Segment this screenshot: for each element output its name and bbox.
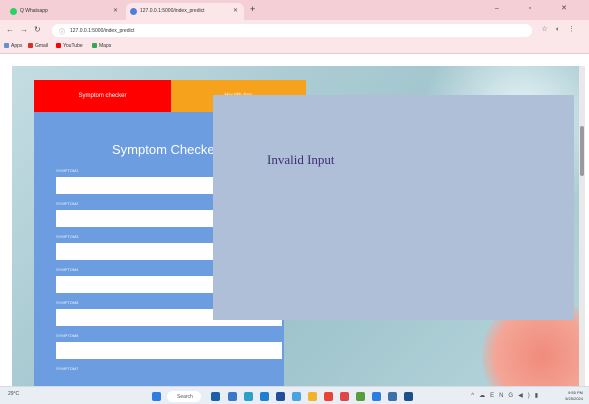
browser-tab-label: 127.0.0.1:5000/index_predict xyxy=(140,8,205,14)
window-controls[interactable]: – ▫ ✕ xyxy=(495,4,581,12)
page-viewport: Symptom checker Health tips Symptom Chec… xyxy=(12,66,585,386)
tab-symptom-checker[interactable]: Symptom checker xyxy=(34,80,171,112)
system-tray[interactable]: ^☁ENG◀)▮ xyxy=(471,392,543,399)
bookmark-label: Gmail xyxy=(35,43,49,49)
field-label-symptom2: SYMPTOM2 xyxy=(56,201,79,206)
close-tab-icon[interactable]: ✕ xyxy=(233,7,238,14)
task-view-icon[interactable] xyxy=(211,392,220,401)
browser-tab-strip: Q Whatsapp ✕ 127.0.0.1:5000/index_predic… xyxy=(0,0,589,20)
page-scrollbar[interactable] xyxy=(579,66,585,386)
taskbar-search-label: Search xyxy=(177,394,193,400)
maps-icon xyxy=(92,43,97,49)
taskbar-search[interactable]: Search xyxy=(167,391,201,402)
clock-date: 5/25/2024 xyxy=(565,396,583,401)
vscode-icon[interactable] xyxy=(372,392,381,401)
edge-icon[interactable] xyxy=(244,392,253,401)
browser-tab-predict[interactable]: 127.0.0.1:5000/index_predict ✕ xyxy=(126,3,244,20)
globe-icon xyxy=(130,8,137,15)
whatsapp-icon xyxy=(10,8,17,15)
field-label-symptom3: SYMPTOM3 xyxy=(56,234,79,239)
chrome-icon[interactable] xyxy=(324,392,333,401)
bookmark-apps[interactable]: Apps xyxy=(4,43,22,49)
apps-icon xyxy=(4,43,9,49)
field-label-symptom4: SYMPTOM4 xyxy=(56,267,79,272)
file-explorer-icon[interactable] xyxy=(228,392,237,401)
bookmark-youtube[interactable]: YouTube xyxy=(56,43,83,49)
folder-icon[interactable] xyxy=(308,392,317,401)
app-icon[interactable] xyxy=(356,392,365,401)
field-label-symptom1: SYMPTOM1 xyxy=(56,168,79,173)
bookmark-label: Maps xyxy=(99,43,112,49)
reload-icon[interactable]: ↻ xyxy=(34,25,41,34)
bookmarks-bar: Apps Gmail YouTube Maps xyxy=(0,40,589,54)
bookmark-label: YouTube xyxy=(63,43,83,49)
symptom6-input[interactable] xyxy=(56,342,282,359)
youtube-icon xyxy=(56,43,61,49)
settings-icon[interactable] xyxy=(292,392,301,401)
toolbar-icons[interactable]: ☆◐⋮ xyxy=(541,25,583,33)
error-message: Invalid Input xyxy=(267,152,335,167)
close-tab-icon[interactable]: ✕ xyxy=(113,7,118,14)
mail-icon[interactable] xyxy=(260,392,269,401)
browser-tab-whatsapp[interactable]: Q Whatsapp ✕ xyxy=(6,3,124,20)
address-bar-value: 127.0.0.1:5000/index_predict xyxy=(70,28,135,34)
browser-tab-label: Q Whatsapp xyxy=(20,8,48,14)
weather-widget[interactable]: 29°C xyxy=(8,391,19,397)
app-icon[interactable] xyxy=(388,392,397,401)
back-icon[interactable]: ← xyxy=(6,25,14,34)
bookmark-maps[interactable]: Maps xyxy=(92,43,111,49)
new-tab-button[interactable]: + xyxy=(250,4,255,14)
app-icon[interactable] xyxy=(340,392,349,401)
app-icon[interactable] xyxy=(404,392,413,401)
info-icon[interactable]: ⓘ xyxy=(59,27,65,36)
clock[interactable]: 9:55 PM 5/25/2024 xyxy=(565,390,583,402)
bookmark-gmail[interactable]: Gmail xyxy=(28,43,48,49)
error-modal: Invalid Input xyxy=(213,95,574,320)
field-label-symptom5: SYMPTOM5 xyxy=(56,300,79,305)
bookmark-label: Apps xyxy=(11,43,23,49)
scrollbar-thumb[interactable] xyxy=(580,126,584,176)
taskbar: 29°C Search ^☁ENG◀)▮ 9:55 PM 5/25/2024 xyxy=(0,386,589,404)
form-title: Symptom Checker xyxy=(112,142,219,157)
windows-start-icon[interactable] xyxy=(152,392,161,401)
field-label-symptom6: SYMPTOM6 xyxy=(56,333,79,338)
field-label-symptom7: SYMPTOM7 xyxy=(56,366,79,371)
browser-toolbar: ← → ↻ ⓘ 127.0.0.1:5000/index_predict ☆◐⋮ xyxy=(0,20,589,40)
gmail-icon xyxy=(28,43,33,49)
forward-icon[interactable]: → xyxy=(20,25,28,34)
address-bar[interactable]: ⓘ 127.0.0.1:5000/index_predict xyxy=(52,24,532,37)
store-icon[interactable] xyxy=(276,392,285,401)
